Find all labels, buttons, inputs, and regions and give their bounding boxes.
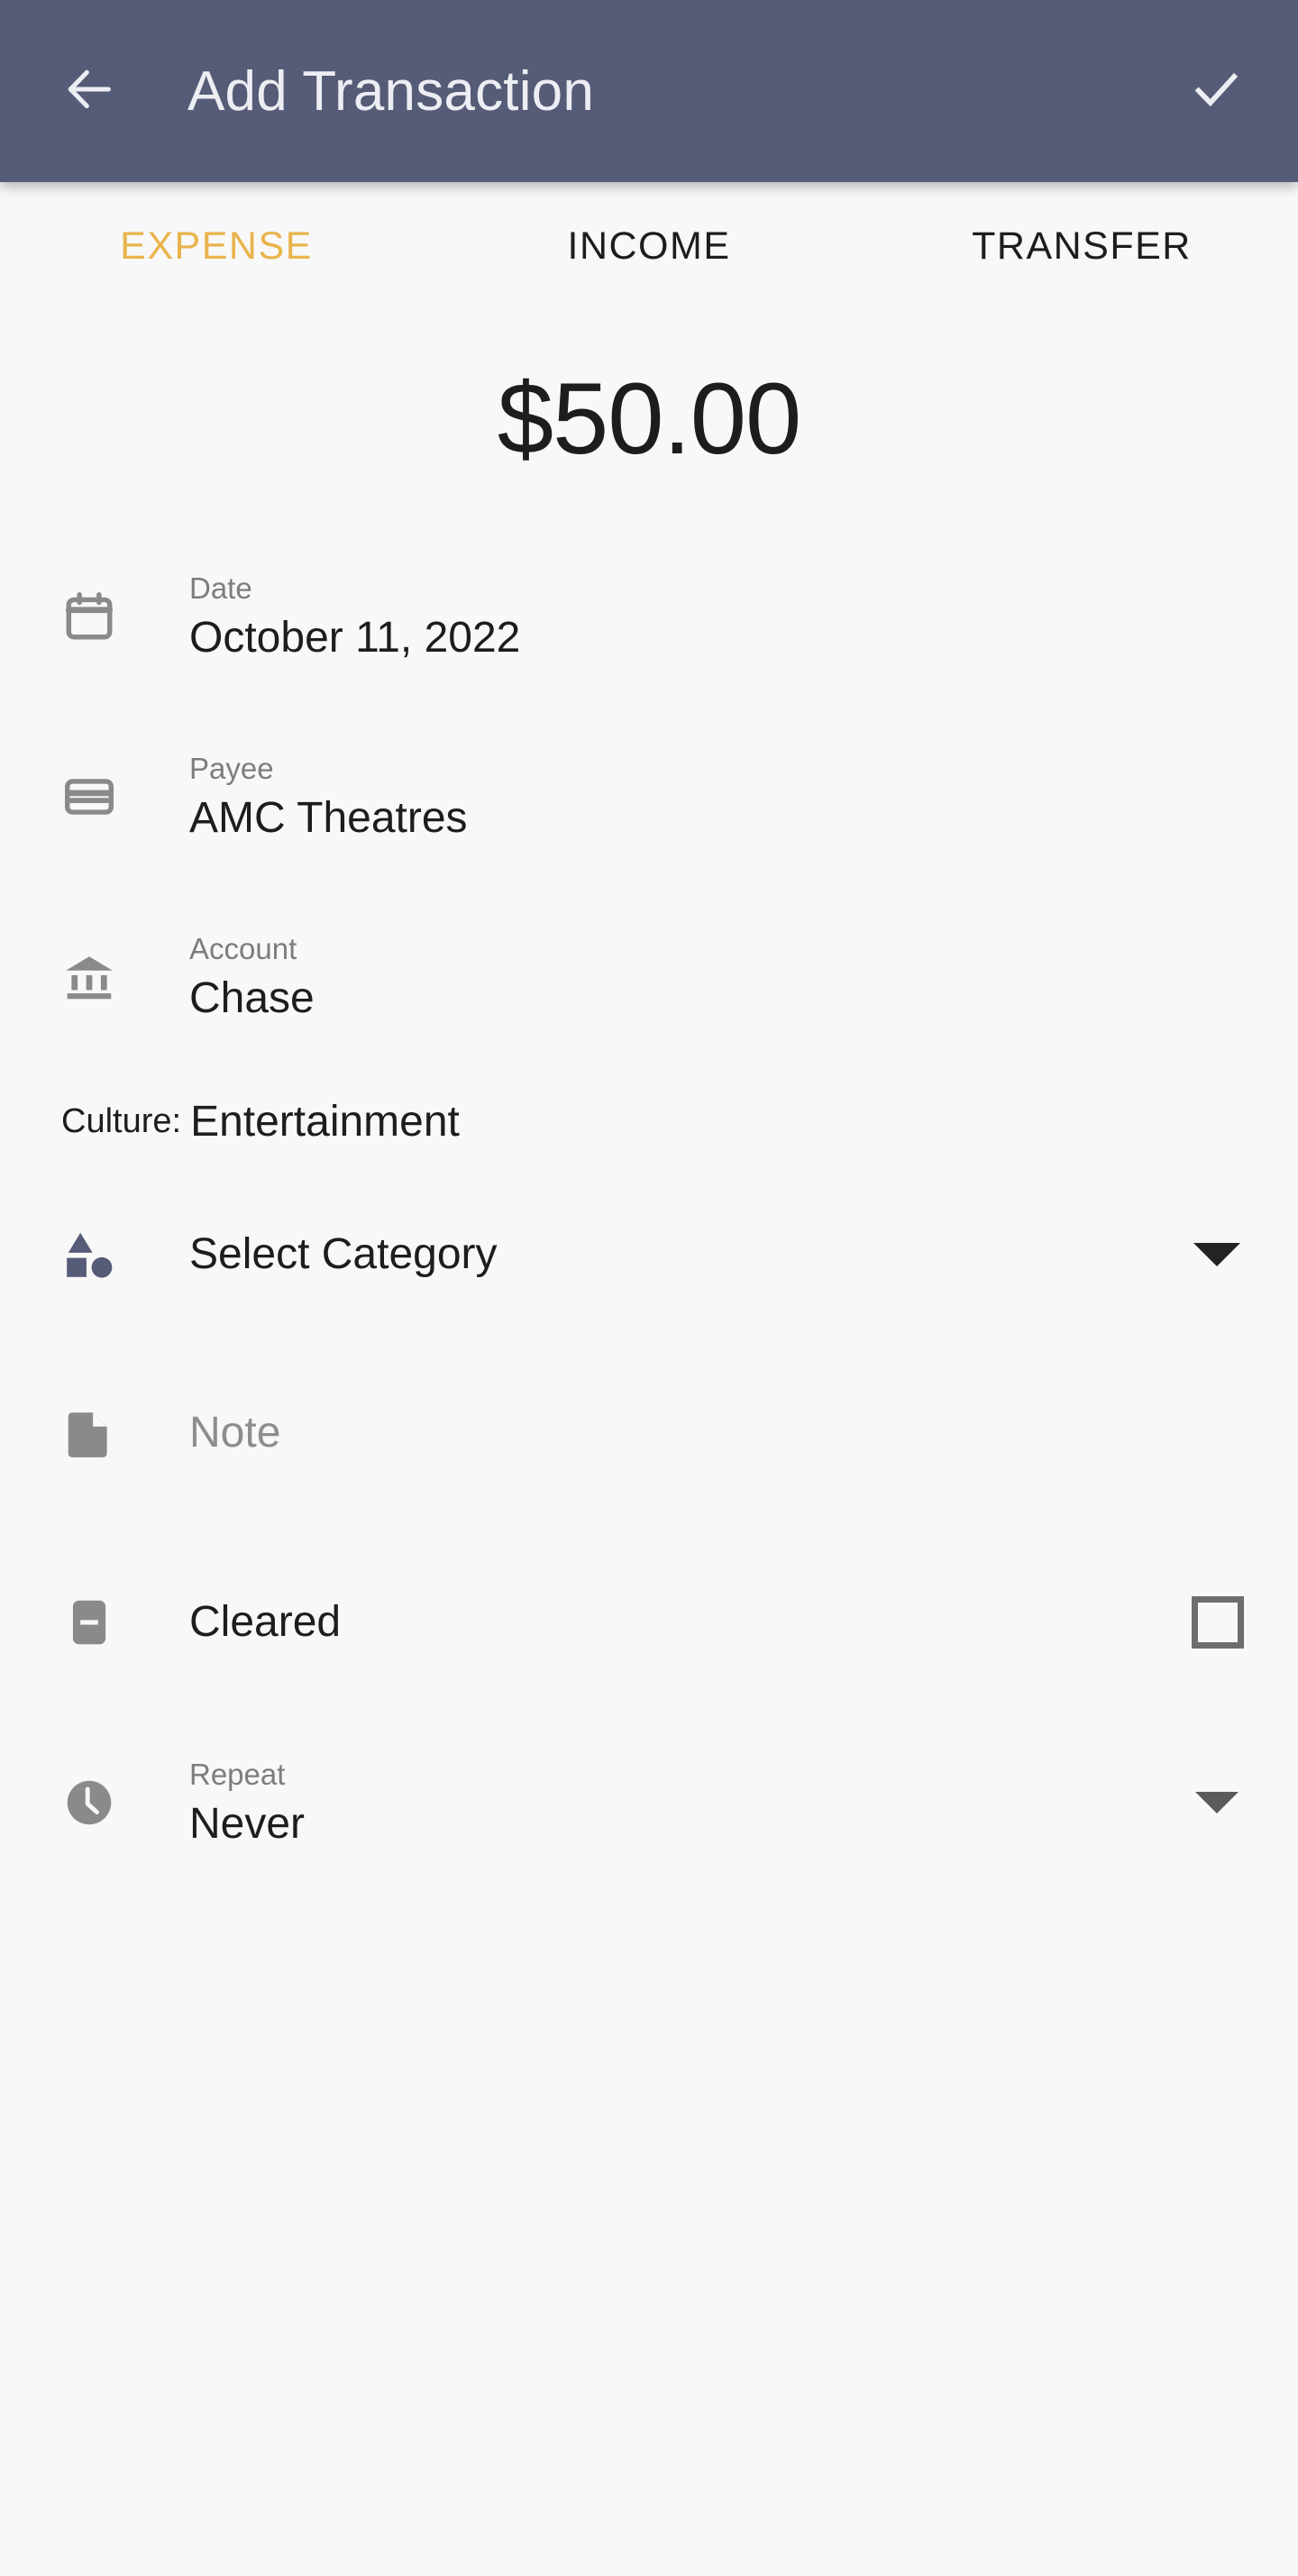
transaction-type-tabs: EXPENSE INCOME TRANSFER xyxy=(0,182,1298,310)
shapes-icon xyxy=(61,1227,128,1283)
cleared-checkbox[interactable] xyxy=(1192,1596,1244,1649)
repeat-dropdown-button[interactable] xyxy=(1190,1792,1244,1813)
transaction-form: Date October 11, 2022 Payee AMC Theatres xyxy=(0,526,1298,1893)
field-account-label: Account xyxy=(189,931,297,965)
field-payee-body: Payee AMC Theatres xyxy=(189,750,1244,845)
clock-icon xyxy=(61,1775,128,1831)
tab-transfer[interactable]: TRANSFER xyxy=(865,224,1298,269)
field-date-label: Date xyxy=(189,571,252,605)
amount-section: $50.00 xyxy=(0,310,1298,526)
field-payee-label: Payee xyxy=(189,751,274,785)
arrow-left-icon xyxy=(60,60,118,123)
culture-value: Entertainment xyxy=(190,1097,460,1146)
field-account-body: Account Chase xyxy=(189,930,1244,1025)
field-note[interactable]: Note xyxy=(0,1334,1298,1532)
field-category-value: Select Category xyxy=(189,1230,498,1279)
field-date[interactable]: Date October 11, 2022 xyxy=(0,526,1298,707)
field-payee-value: AMC Theatres xyxy=(189,793,468,842)
field-repeat-value: Never xyxy=(189,1799,306,1848)
tab-expense[interactable]: EXPENSE xyxy=(0,224,433,269)
field-repeat[interactable]: Repeat Never xyxy=(0,1713,1298,1893)
field-repeat-body: Repeat Never xyxy=(189,1756,1190,1850)
credit-card-icon xyxy=(61,769,128,825)
field-account[interactable]: Account Chase xyxy=(0,887,1298,1067)
tab-income[interactable]: INCOME xyxy=(433,224,865,269)
confirm-button[interactable] xyxy=(1181,56,1251,126)
calendar-icon xyxy=(61,589,128,644)
page-title: Add Transaction xyxy=(187,59,595,123)
field-date-body: Date October 11, 2022 xyxy=(189,570,1244,664)
chevron-down-icon xyxy=(1193,1243,1240,1266)
field-cleared-body: Cleared xyxy=(189,1596,1192,1649)
field-repeat-label: Repeat xyxy=(189,1757,286,1791)
field-category[interactable]: Select Category xyxy=(0,1175,1298,1334)
field-cleared[interactable]: Cleared xyxy=(0,1532,1298,1713)
field-payee[interactable]: Payee AMC Theatres xyxy=(0,707,1298,887)
culture-row: Culture: Entertainment xyxy=(0,1067,1298,1175)
field-date-value: October 11, 2022 xyxy=(189,613,521,662)
field-note-body: Note xyxy=(189,1407,1244,1459)
field-cleared-label: Cleared xyxy=(189,1598,342,1647)
field-note-placeholder: Note xyxy=(189,1409,281,1457)
minus-box-icon xyxy=(61,1594,128,1650)
note-icon xyxy=(61,1405,128,1461)
amount-value[interactable]: $50.00 xyxy=(498,361,802,477)
chevron-down-icon xyxy=(1195,1792,1239,1813)
bank-icon xyxy=(61,949,128,1005)
app-bar: Add Transaction xyxy=(0,0,1298,182)
category-dropdown-button[interactable] xyxy=(1190,1243,1244,1266)
back-button[interactable] xyxy=(54,56,124,126)
culture-label: Culture: xyxy=(61,1101,182,1140)
field-category-body: Select Category xyxy=(189,1229,1190,1281)
check-icon xyxy=(1188,61,1244,122)
field-account-value: Chase xyxy=(189,973,315,1022)
